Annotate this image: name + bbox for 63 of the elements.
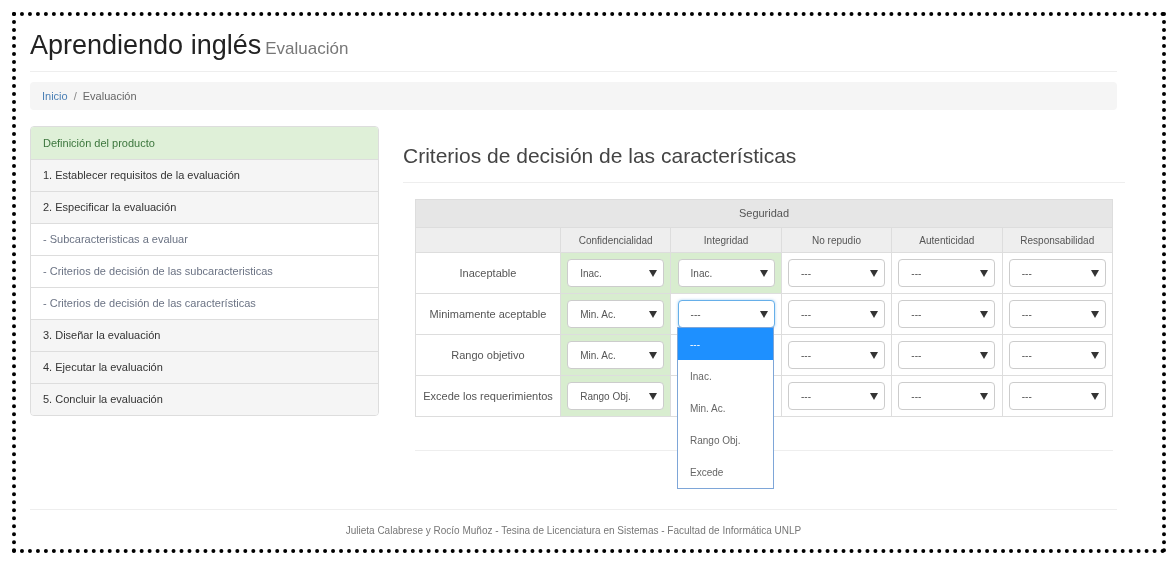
column-header: Autenticidad: [891, 227, 1003, 253]
caret-icon: [980, 269, 989, 277]
select-field[interactable]: Inac.: [567, 259, 665, 288]
select-field[interactable]: ---: [1008, 341, 1106, 370]
select-field[interactable]: Rango Obj.: [567, 382, 665, 411]
sidebar-header: Definición del producto: [31, 127, 378, 159]
column-header: No repudio: [781, 227, 892, 253]
caret-icon: [980, 310, 989, 318]
caret-icon: [759, 310, 768, 318]
sidebar-item[interactable]: 4. Ejecutar la evaluación: [31, 351, 378, 383]
select-field[interactable]: ---: [787, 259, 885, 288]
caret-icon: [869, 351, 878, 359]
caret-icon: [869, 310, 878, 318]
caret-icon: [649, 351, 658, 359]
dropdown-option[interactable]: Min. Ac.: [678, 392, 773, 425]
dropdown-option[interactable]: Rango Obj.: [678, 424, 773, 457]
caret-icon: [649, 392, 658, 400]
caret-icon: [649, 269, 658, 277]
footer-text: Julieta Calabrese y Rocío Muñoz - Tesina de Licenciatura en Sistemas - Facultad de Informática UNLP: [345, 525, 802, 537]
select-field[interactable]: ---: [1008, 382, 1106, 411]
select-field[interactable]: ---: [898, 382, 996, 411]
select-field[interactable]: Min. Ac.: [567, 300, 665, 329]
caret-icon: [1090, 351, 1099, 359]
caret-icon: [1090, 269, 1099, 277]
row-label: Minimamente aceptable: [415, 293, 561, 335]
row-label: Inaceptable: [415, 252, 561, 294]
select-field[interactable]: ---: [787, 341, 885, 370]
column-header: Confidencialidad: [560, 227, 671, 253]
caret-icon: [1090, 310, 1099, 318]
breadcrumb-link[interactable]: Inicio: [42, 87, 68, 105]
sidebar-item[interactable]: 3. Diseñar la evaluación: [31, 319, 378, 351]
select-field[interactable]: ---: [1008, 300, 1106, 329]
caret-icon: [980, 392, 989, 400]
select-field[interactable]: ---: [1008, 259, 1106, 288]
section-heading: Criterios de decisión de las características: [403, 143, 798, 169]
select-field[interactable]: ---: [898, 341, 996, 370]
caret-icon: [1090, 392, 1099, 400]
caret-icon: [759, 269, 768, 277]
page-title: Aprendiendo inglés: [30, 29, 262, 62]
row-label: Excede los requerimientos: [415, 375, 561, 417]
column-header: Integridad: [670, 227, 782, 253]
sidebar-item[interactable]: 1. Establecer requisitos de la evaluación: [31, 159, 378, 191]
select-field[interactable]: ---: [898, 300, 996, 329]
dropdown-option[interactable]: Inac.: [678, 360, 773, 393]
select-field[interactable]: ---: [787, 300, 885, 329]
caret-icon: [649, 310, 658, 318]
caret-icon: [869, 392, 878, 400]
caret-icon: [980, 351, 989, 359]
sidebar-item[interactable]: 5. Concluir la evaluación: [31, 383, 378, 415]
select-field[interactable]: Inac.: [677, 259, 775, 288]
select-field[interactable]: ---: [677, 300, 775, 329]
column-header: Responsabilidad: [1002, 227, 1113, 253]
table-group-header: Seguridad: [415, 199, 1113, 228]
row-label: Rango objetivo: [415, 334, 561, 376]
select-field[interactable]: Min. Ac.: [567, 341, 665, 370]
dropdown-option[interactable]: Excede: [678, 456, 773, 489]
caret-icon: [869, 269, 878, 277]
select-field[interactable]: ---: [898, 259, 996, 288]
page-subtitle: Evaluación: [265, 38, 349, 60]
select-field[interactable]: ---: [787, 382, 885, 411]
breadcrumb-separator: /: [73, 88, 77, 104]
breadcrumb-current: Evaluación: [82, 88, 137, 104]
sidebar-item[interactable]: 2. Especificar la evaluación: [31, 191, 378, 223]
